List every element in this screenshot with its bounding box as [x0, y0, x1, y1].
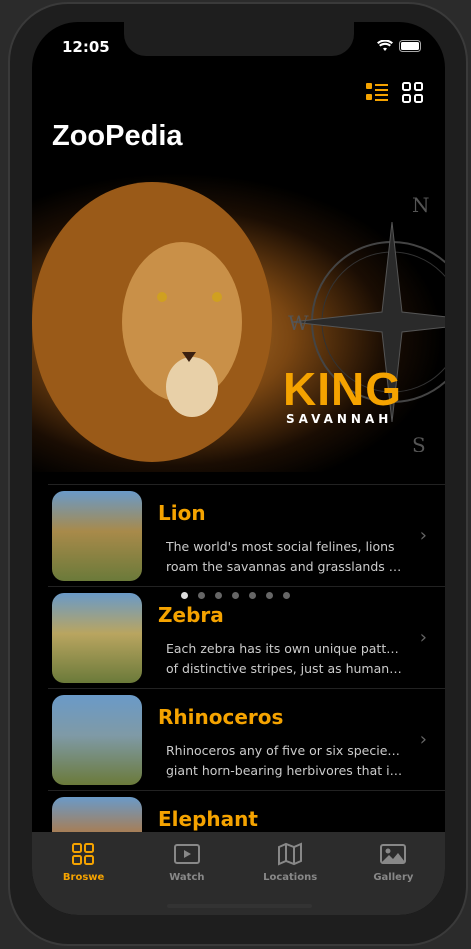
animal-thumbnail: [52, 593, 142, 683]
compass-n: N: [412, 193, 430, 217]
photo-icon: [380, 844, 407, 864]
animal-description: The world's most social felines, lions ro…: [166, 539, 406, 574]
map-icon: [278, 842, 303, 866]
tab-gallery[interactable]: Gallery: [342, 832, 445, 915]
tab-bar: Broswe Watch Locations Gallery: [32, 832, 445, 915]
wifi-icon: [377, 40, 393, 51]
animal-name: Rhinoceros: [158, 705, 284, 729]
list-icon[interactable]: [366, 82, 388, 102]
tab-label: Locations: [263, 872, 318, 883]
notch: [124, 22, 354, 56]
animal-description: Rhinoceros any of five or six species of…: [166, 743, 406, 778]
tab-label: Broswe: [62, 872, 105, 883]
animal-list: Lion The world's most social felines, li…: [48, 484, 445, 892]
animal-description: Each zebra has its own unique pattern of …: [166, 641, 406, 676]
tab-broswe[interactable]: Broswe: [32, 832, 135, 915]
grid-icon[interactable]: [402, 82, 423, 103]
chevron-right-icon: ›: [419, 729, 427, 750]
hero-headline: KING: [283, 363, 402, 415]
list-item[interactable]: Zebra Each zebra has its own unique patt…: [48, 586, 445, 688]
animal-name: Elephant: [158, 807, 258, 831]
list-item[interactable]: Rhinoceros Rhinoceros any of five or six…: [48, 688, 445, 790]
tab-watch[interactable]: Watch: [135, 832, 238, 915]
lion-image: [32, 182, 272, 462]
tab-label: Watch: [169, 872, 205, 883]
home-indicator: [167, 904, 312, 908]
compass-w: W: [288, 311, 309, 335]
compass-s: S: [412, 433, 426, 452]
tab-locations[interactable]: Locations: [239, 832, 342, 915]
animal-name: Zebra: [158, 603, 224, 627]
chevron-right-icon: ›: [419, 525, 427, 546]
play-icon: [173, 844, 200, 864]
status-icons: [377, 40, 423, 52]
animal-name: Lion: [158, 501, 206, 525]
grid-icon: [71, 843, 94, 865]
chevron-right-icon: ›: [419, 627, 427, 648]
status-time: 12:05: [62, 38, 110, 56]
list-item[interactable]: Lion The world's most social felines, li…: [48, 484, 445, 586]
animal-thumbnail: [52, 695, 142, 785]
animal-thumbnail: [52, 491, 142, 581]
hero-subline: SAVANNAH: [286, 412, 393, 426]
hero-carousel[interactable]: N W S KING SAVANNAH: [32, 172, 445, 599]
page-title: ZooPedia: [52, 120, 183, 152]
battery-icon: [399, 40, 421, 52]
tab-label: Gallery: [373, 872, 414, 883]
screen: 12:05 ZooPedia N W S KING SAVANNAH Lion …: [32, 22, 445, 915]
